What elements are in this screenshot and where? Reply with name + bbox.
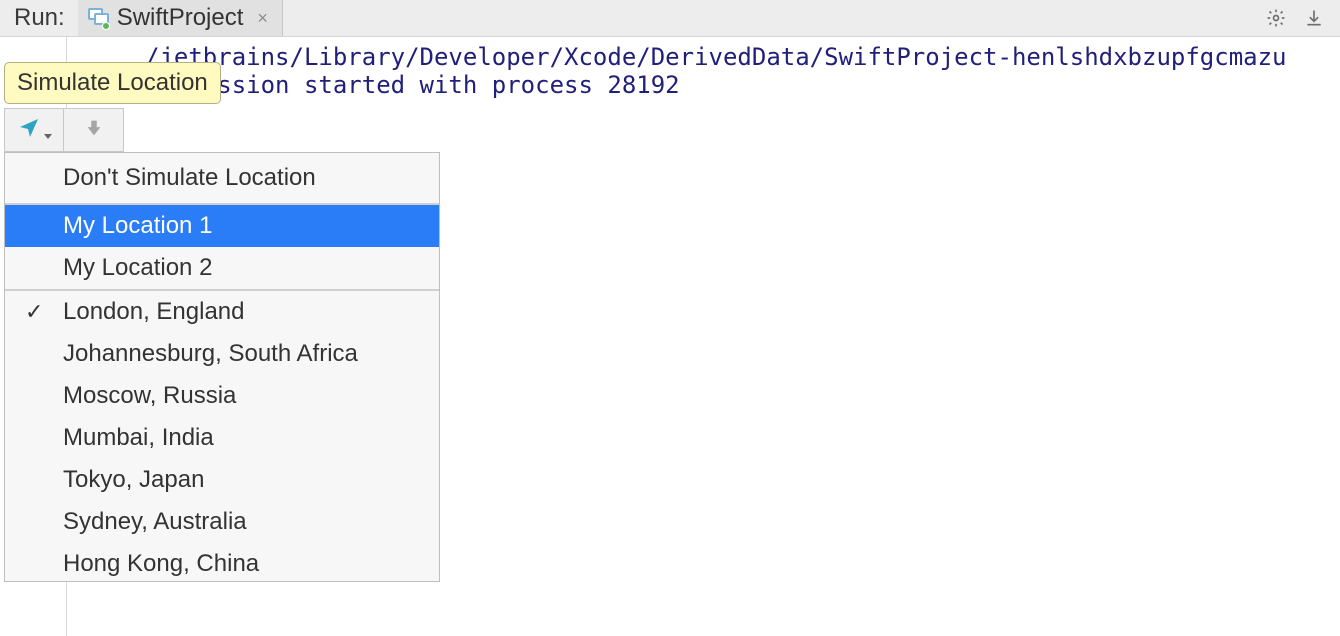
menu-item-custom-location[interactable]: My Location 1 — [5, 205, 439, 247]
tab-title: SwiftProject — [117, 4, 244, 32]
menu-item-label: Moscow, Russia — [63, 382, 236, 409]
menu-item-preset-location[interactable]: Johannesburg, South Africa — [5, 333, 439, 375]
close-tab-icon[interactable]: × — [257, 8, 268, 29]
header-right-actions — [1266, 8, 1340, 28]
arrow-down-icon — [83, 117, 105, 143]
menu-item-label: London, England — [63, 298, 245, 325]
menu-item-label: Tokyo, Japan — [63, 466, 204, 493]
menu-item-label: My Location 1 — [63, 212, 212, 239]
console-line: or session started with process 28192 — [145, 71, 680, 99]
scroll-down-button[interactable] — [64, 108, 124, 152]
run-toolwindow-header: Run: SwiftProject × — [0, 0, 1340, 37]
menu-item-preset-location[interactable]: Tokyo, Japan — [5, 459, 439, 501]
run-label: Run: — [0, 0, 78, 36]
simulate-location-menu: Don't Simulate Location My Location 1 My … — [4, 152, 440, 582]
location-arrow-icon — [17, 116, 41, 144]
menu-item-label: My Location 2 — [63, 254, 212, 281]
console-sidebar-actions — [4, 108, 124, 152]
menu-item-preset-location[interactable]: ✓ London, England — [5, 291, 439, 333]
menu-item-label: Hong Kong, China — [63, 550, 259, 577]
project-icon — [88, 8, 109, 29]
menu-item-label: Sydney, Australia — [63, 508, 247, 535]
console-line: /jetbrains/Library/Developer/Xcode/Deriv… — [145, 43, 1287, 71]
simulate-location-tooltip: Simulate Location — [4, 62, 221, 104]
gear-icon[interactable] — [1266, 8, 1286, 28]
run-config-tab[interactable]: SwiftProject × — [78, 0, 283, 36]
menu-item-preset-location[interactable]: Mumbai, India — [5, 417, 439, 459]
check-icon: ✓ — [25, 297, 43, 327]
download-icon[interactable] — [1304, 8, 1324, 28]
menu-item-preset-location[interactable]: Sydney, Australia — [5, 501, 439, 543]
dropdown-chevron-icon — [44, 134, 52, 139]
menu-item-dont-simulate[interactable]: Don't Simulate Location — [5, 153, 439, 203]
menu-item-preset-location[interactable]: Moscow, Russia — [5, 375, 439, 417]
tooltip-text: Simulate Location — [17, 69, 208, 96]
menu-item-label: Don't Simulate Location — [63, 164, 316, 191]
menu-item-label: Mumbai, India — [63, 424, 214, 451]
simulate-location-button[interactable] — [4, 108, 64, 152]
menu-item-label: Johannesburg, South Africa — [63, 340, 358, 367]
menu-item-custom-location[interactable]: My Location 2 — [5, 247, 439, 289]
menu-item-preset-location[interactable]: Hong Kong, China — [5, 543, 439, 581]
